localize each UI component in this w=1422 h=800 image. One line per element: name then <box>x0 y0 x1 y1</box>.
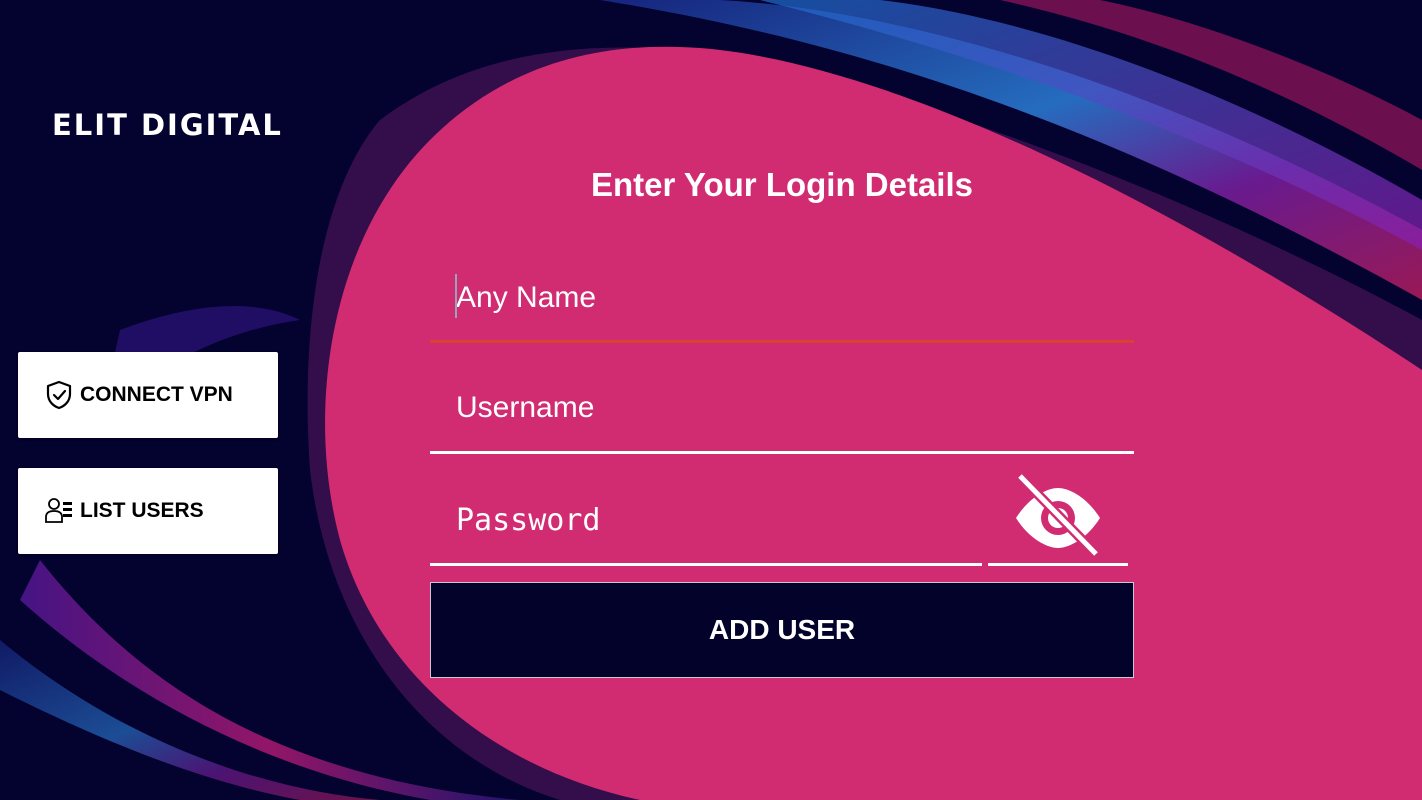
username-input[interactable] <box>430 378 1134 438</box>
login-form-title: Enter Your Login Details <box>591 166 973 203</box>
username-field[interactable] <box>430 378 1134 438</box>
list-users-label: LIST USERS <box>80 499 204 522</box>
brand-logo: ELIT DIGITAL <box>52 108 283 142</box>
add-user-button[interactable]: ADD USER <box>430 582 1134 678</box>
eye-slash-icon <box>1016 474 1102 560</box>
any-name-underline <box>430 340 1134 343</box>
user-list-icon <box>44 496 74 526</box>
any-name-field[interactable] <box>430 268 1134 328</box>
connect-vpn-label: CONNECT VPN <box>80 383 233 406</box>
text-cursor <box>455 274 457 318</box>
connect-vpn-button[interactable]: CONNECT VPN <box>18 352 278 438</box>
login-screen: ELIT DIGITAL CONNECT VPN LIST USERS Ente… <box>0 0 1422 800</box>
username-underline <box>430 451 1134 454</box>
password-underline <box>430 563 982 566</box>
password-field[interactable] <box>430 490 982 550</box>
any-name-input[interactable] <box>430 268 1134 328</box>
password-visibility-toggle[interactable] <box>1010 474 1106 560</box>
password-input[interactable] <box>430 490 982 550</box>
list-users-button[interactable]: LIST USERS <box>18 468 278 554</box>
visibility-toggle-underline <box>988 563 1128 566</box>
shield-check-icon <box>44 380 74 410</box>
